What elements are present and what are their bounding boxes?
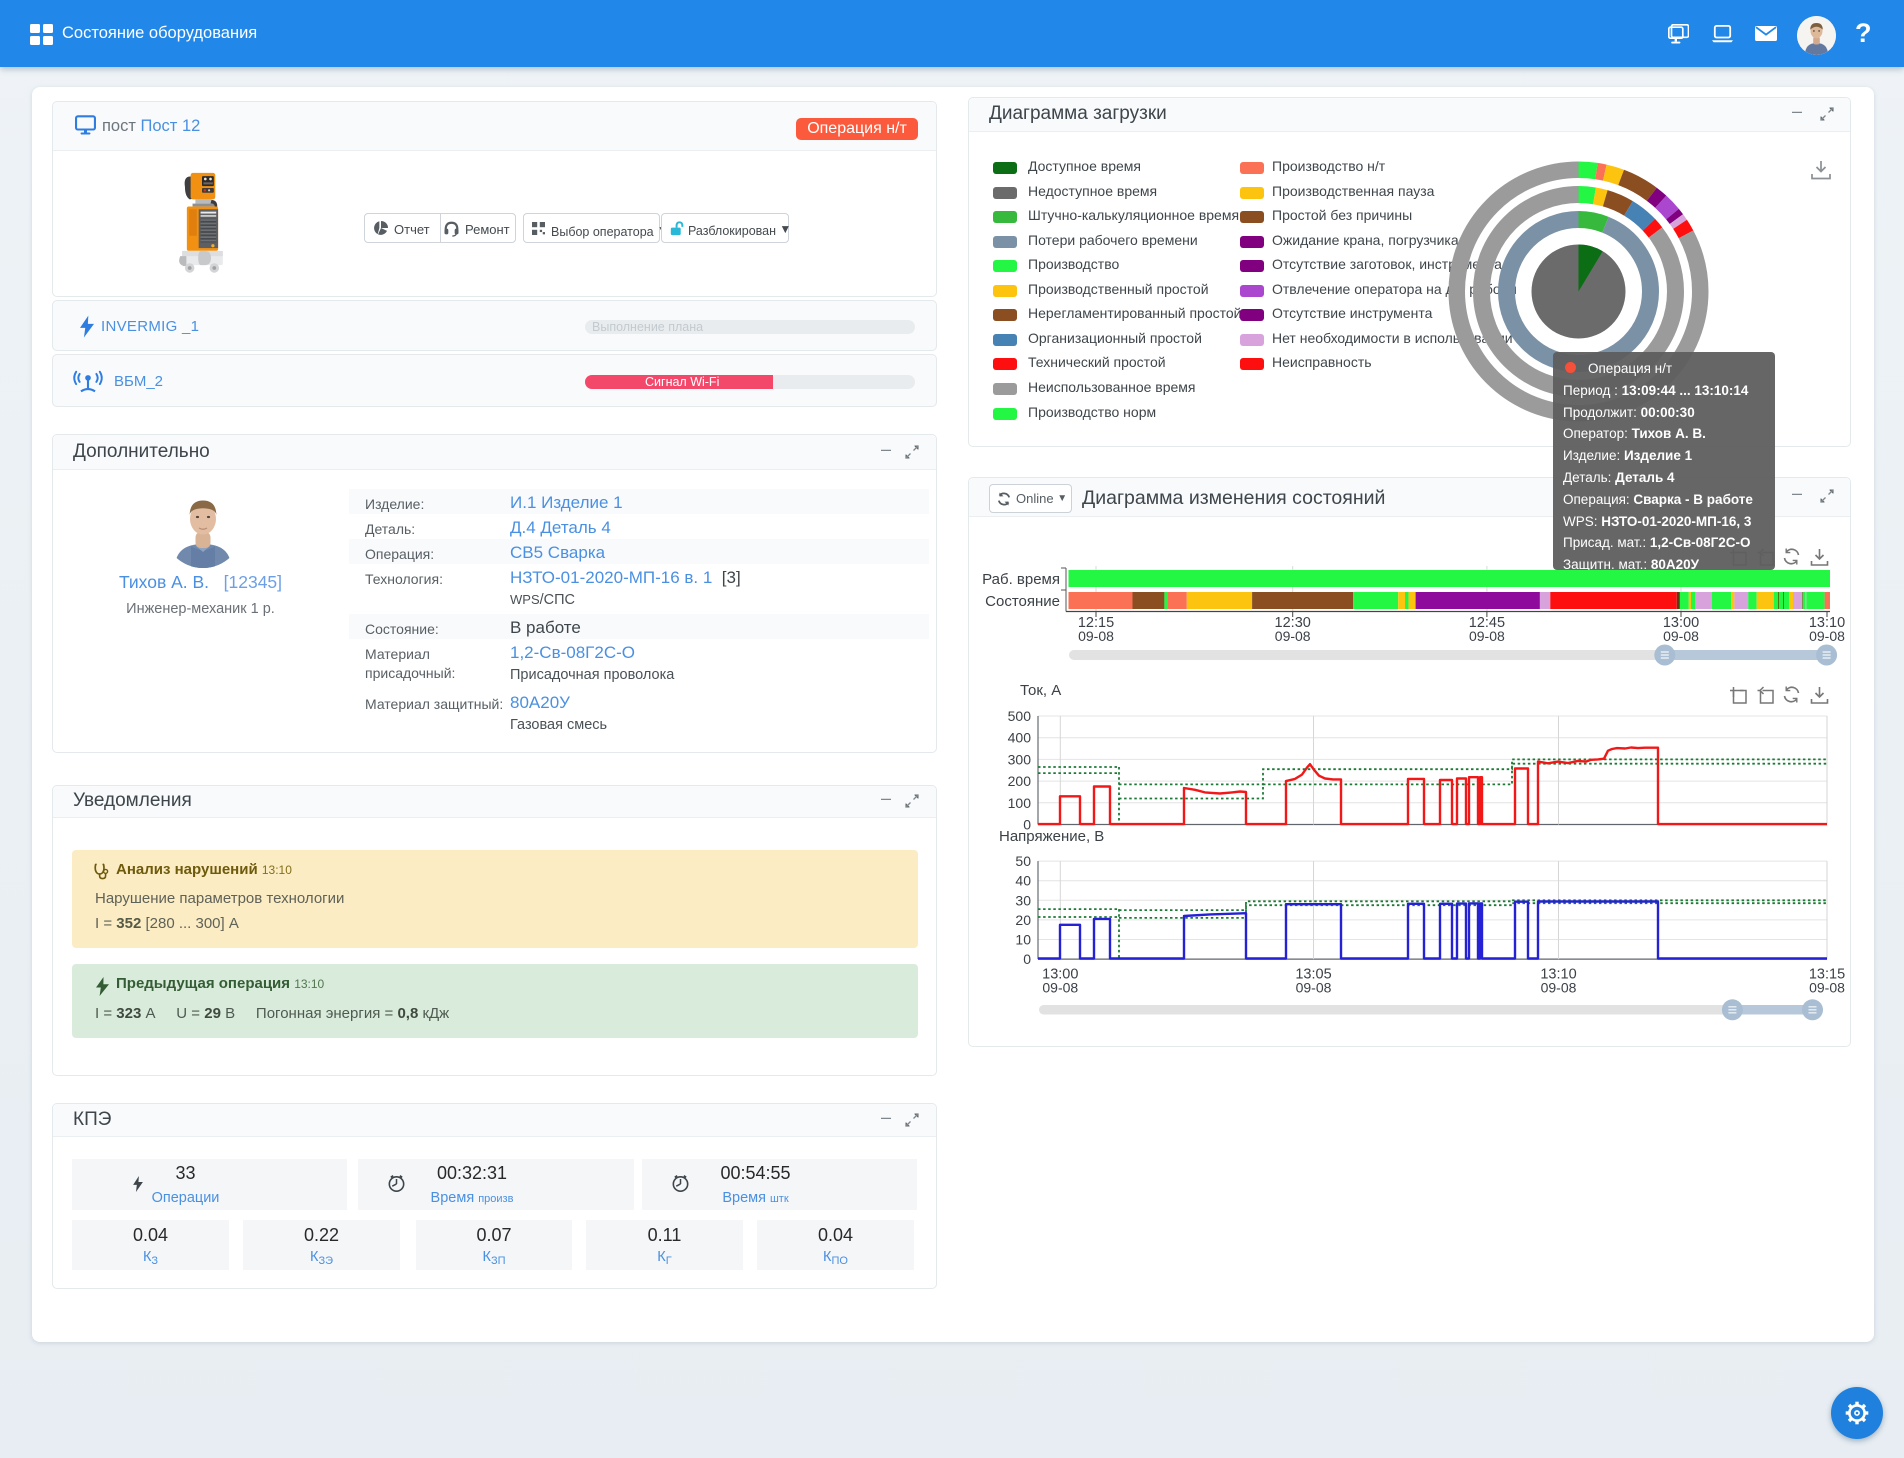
svg-text:09-08: 09-08 — [1809, 980, 1845, 996]
svg-text:Ток, А: Ток, А — [1020, 682, 1061, 699]
svg-text:09-08: 09-08 — [1541, 980, 1577, 996]
svg-text:100: 100 — [1008, 795, 1032, 811]
svg-text:09-08: 09-08 — [1809, 628, 1845, 644]
svg-text:500: 500 — [1008, 708, 1032, 724]
svg-text:10: 10 — [1015, 932, 1031, 948]
svg-text:Состояние: Состояние — [985, 593, 1060, 610]
svg-text:09-08: 09-08 — [1042, 980, 1078, 996]
svg-text:20: 20 — [1015, 912, 1031, 928]
svg-text:Раб. время: Раб. время — [982, 571, 1060, 588]
svg-text:09-08: 09-08 — [1078, 628, 1114, 644]
svg-text:09-08: 09-08 — [1663, 628, 1699, 644]
svg-text:09-08: 09-08 — [1275, 628, 1311, 644]
svg-text:Напряжение, В: Напряжение, В — [999, 828, 1104, 845]
svg-text:30: 30 — [1015, 892, 1031, 908]
svg-text:0: 0 — [1023, 817, 1031, 833]
svg-text:200: 200 — [1008, 773, 1032, 789]
svg-text:09-08: 09-08 — [1469, 628, 1505, 644]
svg-text:09-08: 09-08 — [1296, 980, 1332, 996]
svg-text:50: 50 — [1015, 853, 1031, 869]
svg-text:300: 300 — [1008, 751, 1032, 767]
svg-text:400: 400 — [1008, 730, 1032, 746]
svg-text:40: 40 — [1015, 873, 1031, 889]
svg-text:0: 0 — [1023, 951, 1031, 967]
